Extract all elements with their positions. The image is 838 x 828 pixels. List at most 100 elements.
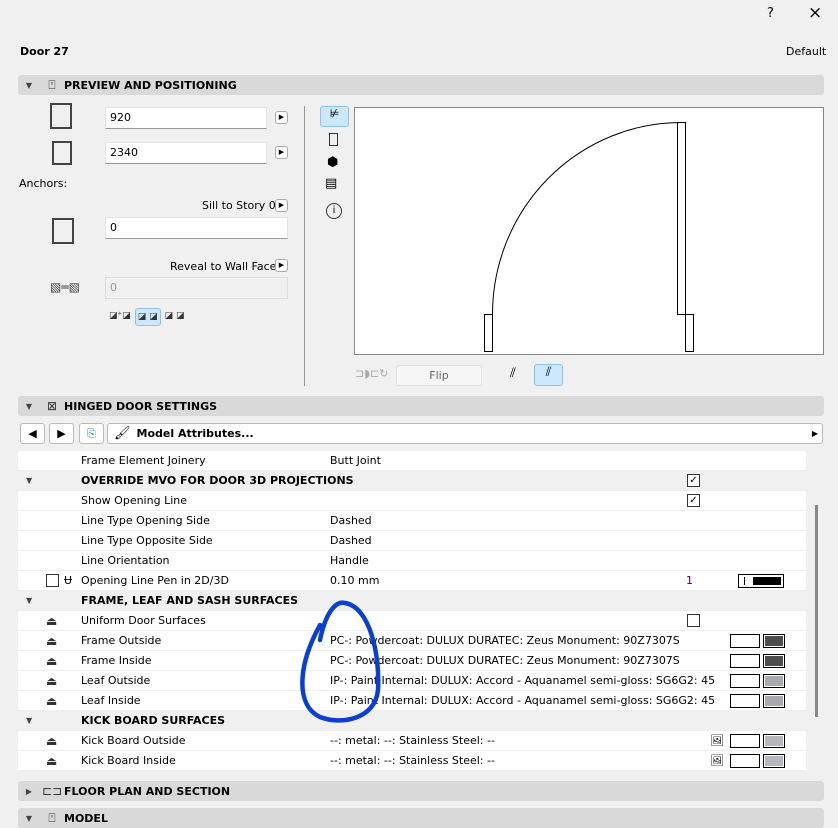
help-button[interactable]: ?	[767, 6, 774, 21]
width-arrow-button[interactable]: ▶	[275, 111, 288, 124]
table-row[interactable]: Line Type Opposite Side Dashed	[18, 531, 806, 551]
preset-label: Default	[786, 45, 827, 58]
param-value[interactable]: 0.10 mm	[330, 574, 379, 587]
param-name: Line Type Opposite Side	[81, 534, 213, 547]
surface-color[interactable]	[763, 754, 785, 768]
opening-side-icon[interactable]: ⫽	[510, 366, 516, 381]
floor-plan-icon: ⊏⊐	[41, 784, 63, 798]
surface-swatch[interactable]	[730, 754, 760, 768]
table-row[interactable]: Line Orientation Handle	[18, 551, 806, 571]
plan-view-button[interactable]: ⊭	[320, 106, 349, 127]
param-name: Frame Outside	[81, 634, 162, 647]
table-row[interactable]: ⏏ Leaf Outside IP-: Paint Internal: DULUX:…	[18, 671, 806, 691]
anchor-options[interactable]: ◪⁺◪ ◪ ◪ ◪ ◪	[107, 308, 187, 326]
reveal-anchor-button[interactable]: Reveal to Wall Face	[170, 260, 276, 273]
table-row[interactable]: Show Opening Line ✓	[18, 491, 806, 511]
param-value[interactable]: Dashed	[330, 514, 372, 527]
close-button[interactable]: ×	[808, 3, 822, 23]
surface-color[interactable]	[763, 654, 785, 668]
param-name: Show Opening Line	[81, 494, 187, 507]
collapse-icon: ▼	[25, 401, 33, 411]
surface-swatch[interactable]	[730, 734, 760, 748]
pen-swatch[interactable]	[738, 574, 784, 588]
surface-color[interactable]	[763, 634, 785, 648]
3d-view-icon[interactable]: ⬢	[327, 155, 338, 170]
door-icon: ⍞	[48, 77, 56, 92]
parameter-table[interactable]: Frame Element Joinery Butt Joint ▼ OVERRIDE…	[18, 451, 806, 771]
width-icon	[50, 103, 72, 129]
table-row[interactable]: ⏏ Frame Outside PC-: Powdercoat: DULUX DUR…	[18, 631, 806, 651]
table-row[interactable]: Ʉ Opening Line Pen in 2D/3D 0.10 mm 1	[18, 571, 806, 591]
elevation-view-icon[interactable]	[329, 133, 338, 146]
expand-icon: ▶	[25, 786, 33, 796]
collapse-icon[interactable]: ▼	[26, 476, 32, 485]
reveal-arrow-button[interactable]: ▶	[275, 259, 288, 272]
info-icon[interactable]: i	[326, 203, 342, 219]
height-arrow-button[interactable]: ▶	[275, 146, 288, 159]
checkbox[interactable]: ✓	[687, 474, 700, 487]
collapse-icon[interactable]: ▼	[26, 596, 32, 605]
anchor-option-icon[interactable]: ◪ ◪	[163, 308, 187, 326]
brush-icon: ⏏	[46, 653, 58, 668]
param-value[interactable]: Dashed	[330, 534, 372, 547]
flip-button[interactable]: Flip	[396, 365, 482, 386]
checkbox[interactable]: ✓	[687, 494, 700, 507]
section-hinged-door-header[interactable]: ▼ ⊠ HINGED DOOR SETTINGS	[18, 396, 824, 416]
surface-color[interactable]	[763, 674, 785, 688]
prev-button[interactable]: ◀	[20, 423, 45, 444]
brush-icon: ⏏	[46, 733, 58, 748]
height-input[interactable]: 2340	[105, 142, 267, 164]
table-row[interactable]: Frame Element Joinery Butt Joint	[18, 451, 806, 471]
checkbox[interactable]	[687, 614, 700, 627]
surface-color[interactable]	[763, 734, 785, 748]
surface-swatch[interactable]	[730, 694, 760, 708]
section-preview-header[interactable]: ▼ ⍞ PREVIEW AND POSITIONING	[18, 75, 824, 95]
group-header-row[interactable]: ▼ KICK BOARD SURFACES	[18, 711, 806, 731]
anchor-option-selected-icon[interactable]: ◪ ◪	[134, 308, 161, 326]
param-name: Frame Inside	[81, 654, 152, 667]
reveal-input[interactable]: 0	[105, 277, 288, 299]
table-row[interactable]: ⏏ Leaf Inside IP-: Paint Internal: DULUX: …	[18, 691, 806, 711]
link-checkbox[interactable]	[46, 574, 59, 587]
model-attributes-dropdown[interactable]: 🖌 Model Attributes... ▶	[107, 423, 823, 444]
surface-swatch[interactable]	[730, 634, 760, 648]
next-button[interactable]: ▶	[49, 423, 74, 444]
import-params-button[interactable]: ⎘	[79, 423, 104, 444]
collapse-icon[interactable]: ▼	[26, 716, 32, 725]
param-value[interactable]: Handle	[330, 554, 369, 567]
texture-icon[interactable]: 🖼	[710, 754, 724, 767]
section-title: FLOOR PLAN AND SECTION	[64, 784, 231, 798]
table-row[interactable]: ⏏ Uniform Door Surfaces	[18, 611, 806, 631]
table-row[interactable]: Line Type Opening Side Dashed	[18, 511, 806, 531]
scrollbar[interactable]	[815, 505, 818, 717]
table-row[interactable]: ⏏ Frame Inside PC-: Powdercoat: DULUX DURA…	[18, 651, 806, 671]
table-row[interactable]: ⏏ Kick Board Outside --: metal: --: Stainl…	[18, 731, 806, 751]
section-view-icon[interactable]: ▤	[325, 176, 337, 191]
preview-canvas	[354, 107, 824, 355]
group-header-row[interactable]: ▼ FRAME, LEAF AND SASH SURFACES	[18, 591, 806, 611]
settings-icon: ⊠	[46, 399, 58, 413]
opening-side-selected-icon[interactable]: ⫽	[534, 364, 563, 386]
pen-number[interactable]: 1	[686, 574, 693, 587]
param-value[interactable]: Butt Joint	[330, 454, 381, 467]
sill-anchor-button[interactable]: Sill to Story 0	[202, 199, 276, 212]
anchors-label: Anchors:	[19, 177, 68, 190]
param-name: FRAME, LEAF AND SASH SURFACES	[81, 594, 299, 607]
surface-swatch[interactable]	[730, 674, 760, 688]
width-input[interactable]: 920	[105, 107, 267, 129]
section-floor-plan-header[interactable]: ▶ ⊏⊐ FLOOR PLAN AND SECTION	[18, 781, 824, 801]
param-value[interactable]: --: metal: --: Stainless Steel: --	[330, 734, 495, 747]
sill-arrow-button[interactable]: ▶	[275, 199, 288, 212]
surface-swatch[interactable]	[730, 654, 760, 668]
param-name: OVERRIDE MVO FOR DOOR 3D PROJECTIONS	[81, 474, 354, 487]
param-value[interactable]: --: metal: --: Stainless Steel: --	[330, 754, 495, 767]
surface-color[interactable]	[763, 694, 785, 708]
section-model-header[interactable]: ▼ ⍞ MODEL	[18, 808, 824, 828]
table-row[interactable]: ⏏ Kick Board Inside --: metal: --: Stainle…	[18, 751, 806, 771]
section-title: HINGED DOOR SETTINGS	[64, 399, 218, 413]
sill-input[interactable]: 0	[105, 217, 288, 239]
param-name: Frame Element Joinery	[81, 454, 206, 467]
group-header-row[interactable]: ▼ OVERRIDE MVO FOR DOOR 3D PROJECTIONS ✓	[18, 471, 806, 491]
anchor-option-icon[interactable]: ◪⁺◪	[107, 308, 133, 326]
texture-icon[interactable]: 🖼	[710, 734, 724, 747]
